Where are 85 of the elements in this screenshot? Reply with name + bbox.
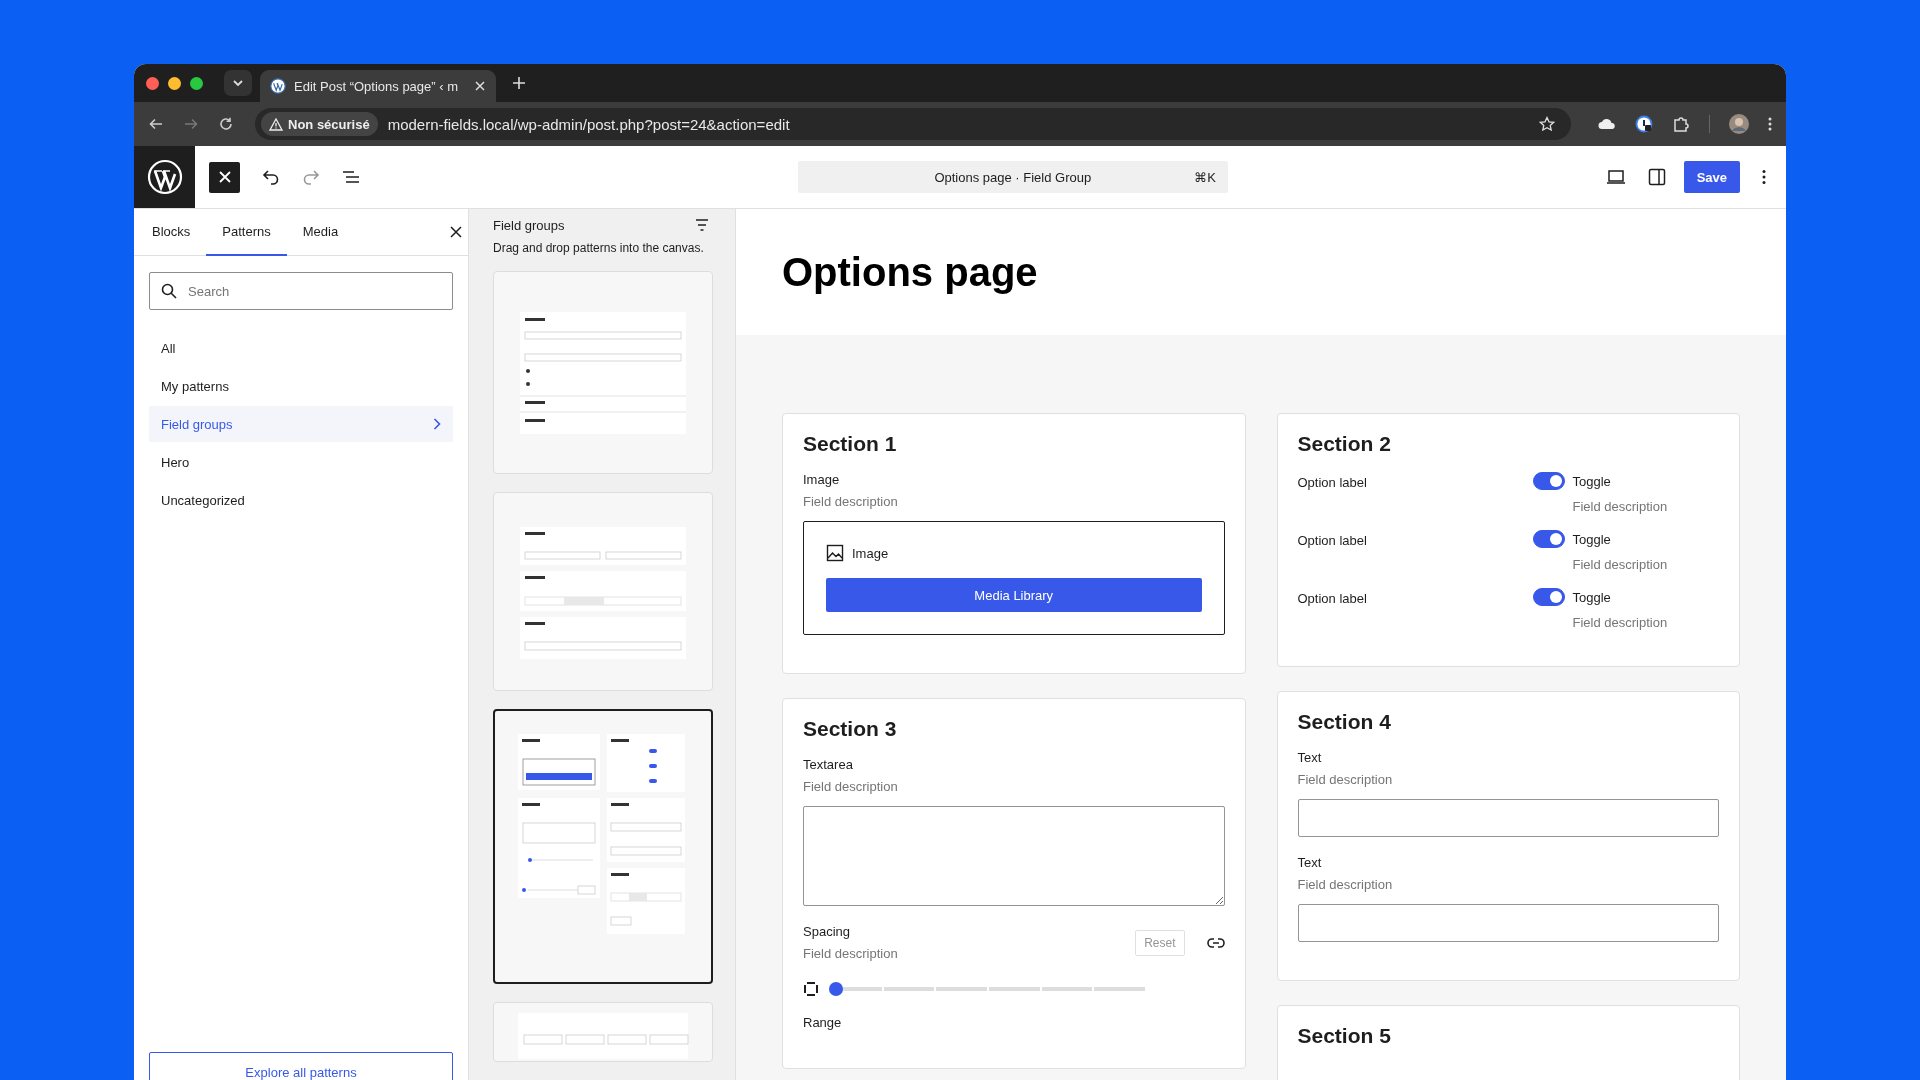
minimize-window-icon[interactable] xyxy=(168,76,181,90)
panel-hint: Drag and drop patterns into the canvas. xyxy=(493,241,705,255)
box-sides-icon xyxy=(803,981,819,997)
section-title: Section 2 xyxy=(1297,432,1392,456)
textarea-field[interactable] xyxy=(803,806,1225,906)
option-label: Option label xyxy=(1297,590,1368,608)
toggle-label: Toggle xyxy=(1572,589,1611,605)
field-label: Text xyxy=(1297,750,1323,765)
text-field[interactable] xyxy=(1297,799,1719,837)
security-chip[interactable]: Non sécurisé xyxy=(261,112,378,136)
field-description: Field description xyxy=(1571,615,1668,630)
category-item[interactable]: My patterns xyxy=(149,368,453,404)
chevron-right-icon xyxy=(433,418,441,430)
field-description: Field description xyxy=(1297,772,1394,787)
wordpress-logo-icon xyxy=(146,159,183,195)
close-inserter-button[interactable] xyxy=(209,161,240,193)
field-label: Textarea xyxy=(803,757,854,772)
close-icon[interactable] xyxy=(450,226,462,238)
field-description: Field description xyxy=(803,494,899,509)
category-item[interactable]: Hero xyxy=(149,444,453,480)
toggle-switch[interactable] xyxy=(1532,588,1565,606)
category-item[interactable]: Uncategorized xyxy=(149,482,453,518)
option-label: Option label xyxy=(1297,532,1368,550)
warning-icon xyxy=(269,117,283,131)
image-box-label: Image xyxy=(852,545,889,561)
image-icon xyxy=(826,544,844,562)
avatar-icon[interactable] xyxy=(1729,114,1749,134)
field-description: Field description xyxy=(803,946,899,961)
field-label: Spacing xyxy=(803,924,851,939)
field-description: Field description xyxy=(803,779,899,794)
text-field[interactable] xyxy=(1297,904,1719,942)
address-bar[interactable]: Non sécurisé modern-fields.local/wp-admin/post.php?post=24&action=edit xyxy=(255,108,1571,140)
search-field[interactable]: Search xyxy=(149,272,453,310)
back-icon[interactable] xyxy=(148,116,164,132)
wordpress-logo-icon xyxy=(270,78,286,94)
link-icon[interactable] xyxy=(1206,936,1225,949)
inserter-tab[interactable]: Blocks xyxy=(136,209,207,256)
field-description: Field description xyxy=(1571,499,1668,514)
list-view-icon[interactable] xyxy=(342,170,360,184)
category-item[interactable]: Field groups xyxy=(149,406,453,442)
wordpress-logo-button[interactable] xyxy=(134,146,195,208)
toggle-switch[interactable] xyxy=(1532,530,1565,548)
more-icon[interactable] xyxy=(1768,116,1772,132)
close-window-icon[interactable] xyxy=(146,76,159,90)
option-label: Option label xyxy=(1297,474,1368,492)
inserter-tab[interactable]: Patterns xyxy=(206,209,287,256)
media-library-button[interactable]: Media Library xyxy=(826,578,1202,612)
key-lock-icon[interactable] xyxy=(1635,115,1653,133)
spacing-slider[interactable] xyxy=(831,982,1145,996)
browser-tab[interactable]: Edit Post “Options page” ‹ m xyxy=(260,70,496,102)
cloud-icon[interactable] xyxy=(1598,117,1616,131)
page-title: Options page xyxy=(782,249,1038,295)
panel-title: Field groups xyxy=(493,217,565,233)
field-description: Field description xyxy=(1297,877,1394,892)
inserter-tab[interactable]: Media xyxy=(286,209,355,256)
tab-list-button[interactable] xyxy=(224,70,252,96)
section-title: Section 3 xyxy=(803,717,898,741)
section-title: Section 1 xyxy=(803,432,898,456)
toggle-switch[interactable] xyxy=(1532,472,1565,490)
pattern-preview[interactable] xyxy=(493,709,713,984)
explore-patterns-button[interactable]: Explore all patterns xyxy=(149,1052,453,1080)
field-description: Field description xyxy=(1571,557,1668,572)
toggle-label: Toggle xyxy=(1572,531,1611,547)
sidebar-icon[interactable] xyxy=(1647,168,1666,186)
laptop-icon[interactable] xyxy=(1605,169,1626,185)
category-item[interactable]: All xyxy=(149,330,453,366)
options-icon[interactable] xyxy=(1762,169,1766,185)
save-button[interactable]: Save xyxy=(1683,161,1740,193)
star-icon[interactable] xyxy=(1539,116,1555,132)
url-text: modern-fields.local/wp-admin/post.php?post=24&action=edit xyxy=(387,115,791,133)
filter-icon[interactable] xyxy=(695,219,709,231)
field-label: Range xyxy=(803,1015,843,1030)
section-title: Section 5 xyxy=(1297,1024,1392,1048)
close-icon xyxy=(218,171,231,183)
undo-icon[interactable] xyxy=(262,169,280,185)
new-tab-icon[interactable] xyxy=(512,76,526,90)
redo-icon[interactable] xyxy=(302,169,320,185)
toggle-label: Toggle xyxy=(1572,473,1611,489)
command-bar[interactable]: Options page · Field Group ⌘K xyxy=(797,161,1228,193)
puzzle-icon[interactable] xyxy=(1672,115,1690,133)
field-label: Image xyxy=(803,472,841,487)
field-label: Text xyxy=(1297,855,1323,870)
reload-icon[interactable] xyxy=(218,116,234,132)
zoom-window-icon[interactable] xyxy=(190,76,203,90)
section-title: Section 4 xyxy=(1297,710,1392,734)
